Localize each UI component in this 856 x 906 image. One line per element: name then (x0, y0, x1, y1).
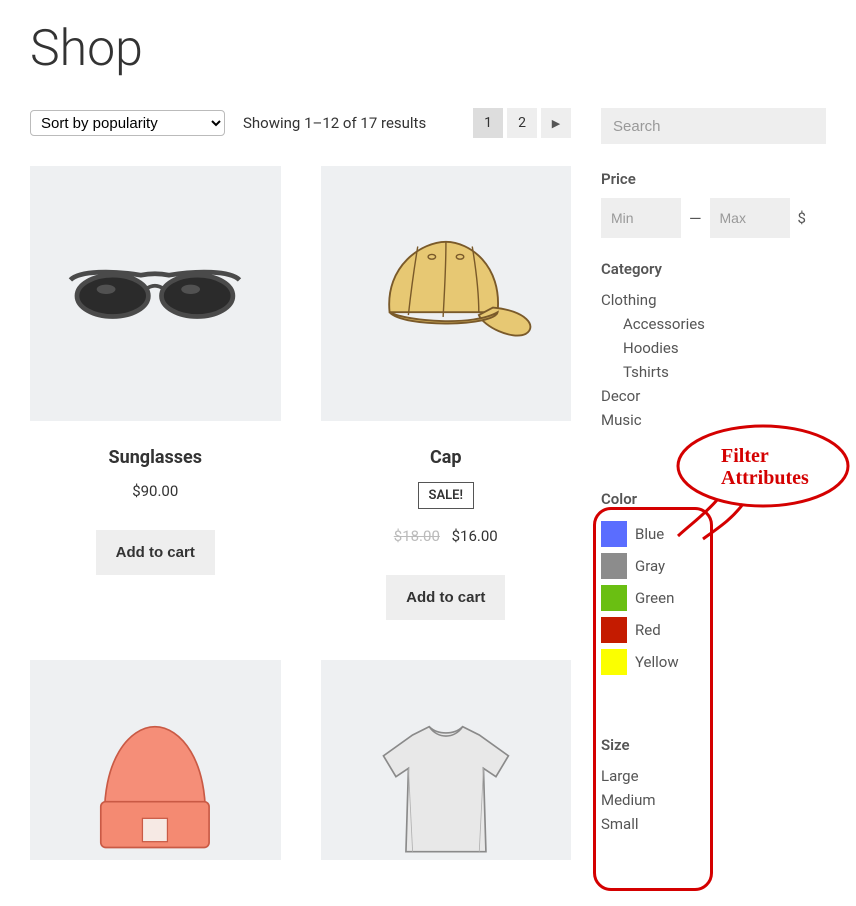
product-card: Cap SALE! $18.00 $16.00 Add to cart (321, 166, 572, 620)
category-hoodies[interactable]: Hoodies (601, 336, 826, 360)
color-label: Red (635, 621, 661, 639)
product-image[interactable] (30, 166, 281, 421)
category-tshirts[interactable]: Tshirts (601, 360, 826, 384)
category-decor[interactable]: Decor (601, 384, 826, 408)
sort-select[interactable]: Sort by popularity (30, 110, 225, 136)
price-filter: Price — $ (601, 170, 826, 238)
color-option-blue[interactable]: Blue (601, 518, 826, 550)
product-image[interactable] (321, 660, 572, 860)
results-count: Showing 1–12 of 17 results (243, 114, 426, 132)
product-image[interactable] (321, 166, 572, 421)
size-small[interactable]: Small (601, 812, 826, 836)
product-card (321, 660, 572, 886)
search-input[interactable] (601, 108, 826, 144)
color-option-green[interactable]: Green (601, 582, 826, 614)
swatch-gray (601, 553, 627, 579)
product-title: Cap (321, 447, 572, 468)
sunglasses-icon (61, 247, 249, 341)
color-filter: Color Blue Gray Green (601, 490, 826, 678)
color-option-gray[interactable]: Gray (601, 550, 826, 582)
category-clothing[interactable]: Clothing (601, 288, 826, 312)
color-label: Green (635, 589, 674, 607)
product-listing: Sort by popularity Showing 1–12 of 17 re… (30, 108, 571, 886)
size-filter: Size Large Medium Small (601, 736, 826, 836)
currency-label: $ (798, 209, 806, 227)
product-title: Sunglasses (30, 447, 281, 468)
sale-badge: SALE! (418, 482, 474, 509)
color-label: Gray (635, 557, 665, 575)
filter-title-size: Size (601, 736, 826, 754)
color-option-yellow[interactable]: Yellow (601, 646, 826, 678)
page-next[interactable]: ▶ (541, 108, 571, 138)
price-max-input[interactable] (710, 198, 790, 238)
swatch-blue (601, 521, 627, 547)
swatch-red (601, 617, 627, 643)
swatch-green (601, 585, 627, 611)
size-large[interactable]: Large (601, 764, 826, 788)
filter-title-color: Color (601, 490, 826, 508)
product-price: $16.00 (452, 527, 498, 545)
sidebar: Price — $ Category Clothing Accessories … (601, 108, 826, 836)
category-filter: Category Clothing Accessories Hoodies Ts… (601, 260, 826, 432)
product-card: Sunglasses $90.00 Add to cart (30, 166, 281, 620)
category-music[interactable]: Music (601, 408, 826, 432)
color-label: Blue (635, 525, 664, 543)
beanie-icon (61, 710, 249, 860)
add-to-cart-button[interactable]: Add to cart (96, 530, 215, 575)
swatch-yellow (601, 649, 627, 675)
cap-icon (352, 223, 540, 364)
size-medium[interactable]: Medium (601, 788, 826, 812)
price-dash: — (689, 209, 702, 228)
category-accessories[interactable]: Accessories (601, 312, 826, 336)
price-min-input[interactable] (601, 198, 681, 238)
filter-title-category: Category (601, 260, 826, 278)
page-1[interactable]: 1 (473, 108, 503, 138)
pagination: 1 2 ▶ (473, 108, 571, 138)
product-image[interactable] (30, 660, 281, 860)
tshirt-icon (352, 710, 540, 860)
product-price: $90.00 (30, 482, 281, 500)
add-to-cart-button[interactable]: Add to cart (386, 575, 505, 620)
color-option-red[interactable]: Red (601, 614, 826, 646)
old-price: $18.00 (394, 527, 440, 545)
product-card (30, 660, 281, 886)
chevron-right-icon: ▶ (552, 117, 560, 130)
filter-title-price: Price (601, 170, 826, 188)
page-2[interactable]: 2 (507, 108, 537, 138)
color-label: Yellow (635, 653, 679, 671)
page-title: Shop (30, 20, 826, 78)
